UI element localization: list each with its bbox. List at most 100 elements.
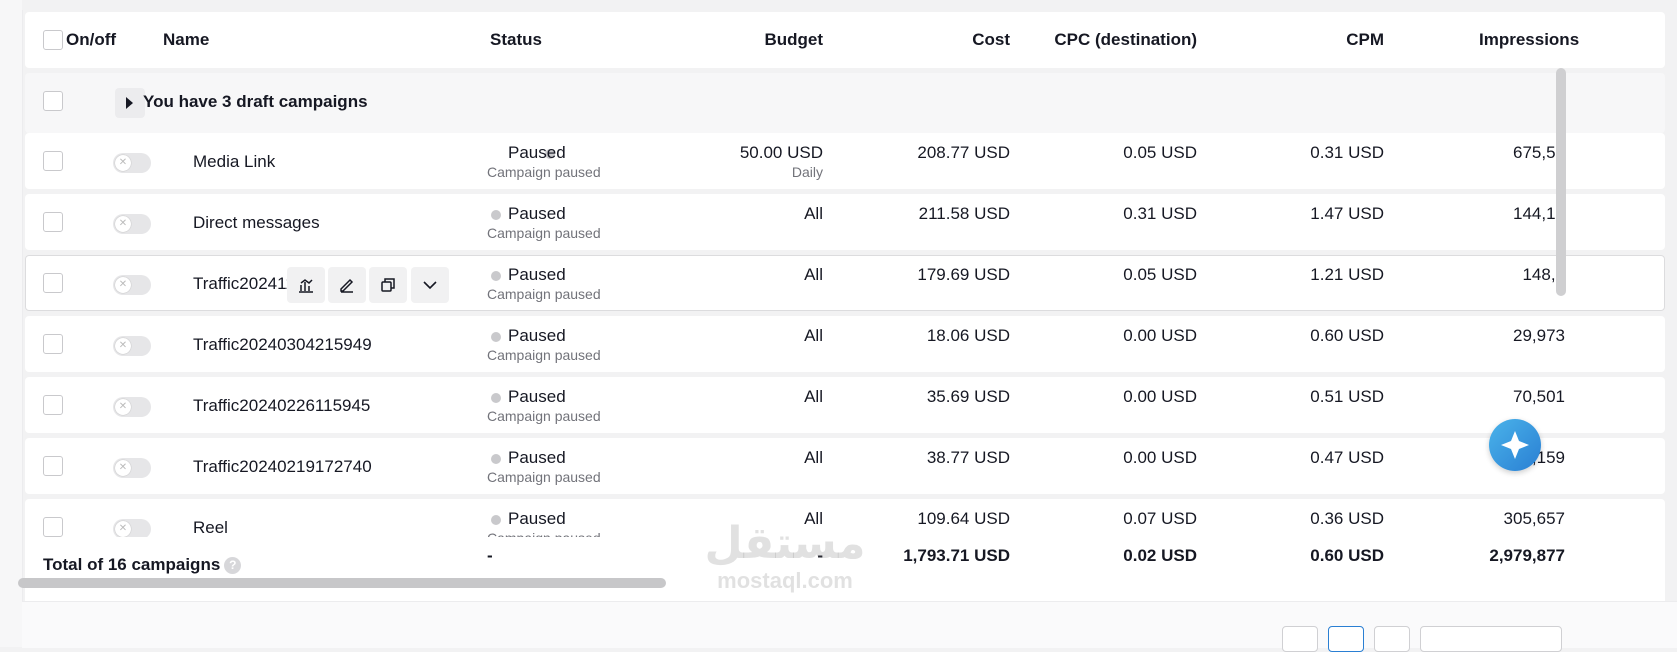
draft-campaigns-row[interactable]: You have 3 draft campaigns <box>25 73 1665 133</box>
watermark-latin: mostaql.com <box>717 568 853 593</box>
cost-value: 179.69 USD <box>917 265 1010 284</box>
table-row[interactable]: ✕ Direct messages Paused Campaign paused… <box>25 194 1665 250</box>
expand-drafts-button[interactable] <box>115 88 145 118</box>
draft-label: You have 3 draft campaigns <box>143 92 368 111</box>
cpc-value: 0.07 USD <box>1123 509 1197 528</box>
x-icon: ✕ <box>115 277 131 293</box>
duplicate-button[interactable] <box>369 267 407 303</box>
row-checkbox[interactable] <box>43 517 63 537</box>
vertical-scrollbar[interactable] <box>1556 68 1566 296</box>
draft-checkbox[interactable] <box>43 91 63 111</box>
assistant-fab-button[interactable] <box>1489 419 1541 471</box>
page-current-button[interactable] <box>1328 626 1364 652</box>
cpm-value: 1.47 USD <box>1310 204 1384 223</box>
page-prev-button[interactable] <box>1282 626 1318 652</box>
sparkle-icon <box>1501 431 1529 459</box>
col-status[interactable]: Status <box>490 30 542 50</box>
col-on-off[interactable]: On/off <box>66 30 116 50</box>
cpm-value: 0.60 USD <box>1310 326 1384 345</box>
campaign-name[interactable]: Reel <box>193 518 228 538</box>
campaign-toggle[interactable]: ✕ <box>113 397 151 417</box>
table-row[interactable]: ✕ Media Link Paused Campaign paused 50.0… <box>25 133 1665 189</box>
total-status: - <box>487 546 493 565</box>
total-cpm: 0.60 USD <box>1310 546 1384 565</box>
status-text: Paused <box>508 265 566 284</box>
top-strip <box>22 0 1677 10</box>
impressions-value: 29,973 <box>1513 326 1565 345</box>
x-icon: ✕ <box>115 521 131 537</box>
campaign-name[interactable]: Media Link <box>193 152 275 172</box>
view-chart-button[interactable] <box>287 267 325 303</box>
table-row[interactable]: ✕ Traffic20240219172740 Paused Campaign … <box>25 438 1665 494</box>
total-impressions: 2,979,877 <box>1489 546 1565 565</box>
horizontal-scrollbar[interactable] <box>18 578 666 588</box>
left-rail <box>0 0 23 647</box>
cpc-value: 0.00 USD <box>1123 326 1197 345</box>
status-subtext: Campaign paused <box>487 286 601 302</box>
status-text: Paused <box>508 143 566 162</box>
status-text: Paused <box>508 448 566 467</box>
x-icon: ✕ <box>115 460 131 476</box>
cost-value: 109.64 USD <box>917 509 1010 528</box>
campaign-name[interactable]: Traffic20240304215949 <box>193 335 372 355</box>
table-row[interactable]: ✕ Traffic20240226115945 Paused Campaign … <box>25 377 1665 433</box>
status-subtext: Campaign paused <box>487 164 601 180</box>
status-text: Paused <box>508 509 566 528</box>
status-dot-icon <box>491 210 501 220</box>
campaign-toggle[interactable]: ✕ <box>113 153 151 173</box>
status-dot-icon <box>491 393 501 403</box>
campaign-name[interactable]: Traffic20240219172740 <box>193 457 372 477</box>
col-budget[interactable]: Budget <box>764 30 823 50</box>
caret-right-icon <box>126 97 133 109</box>
status-subtext: Campaign paused <box>487 408 601 424</box>
row-checkbox[interactable] <box>43 151 63 171</box>
cpc-value: 0.00 USD <box>1123 448 1197 467</box>
cost-value: 211.58 USD <box>918 204 1010 223</box>
campaign-toggle[interactable]: ✕ <box>113 214 151 234</box>
col-cpc[interactable]: CPC (destination) <box>1054 30 1197 50</box>
col-impressions[interactable]: Impressions <box>1479 30 1579 50</box>
status-text: Paused <box>508 204 566 223</box>
impressions-value: 305,657 <box>1503 509 1565 528</box>
help-icon[interactable]: ? <box>224 557 242 575</box>
campaign-toggle[interactable]: ✕ <box>113 336 151 356</box>
cpc-value: 0.31 USD <box>1123 204 1197 223</box>
status-text: Paused <box>508 387 566 406</box>
budget-value: 50.00 USD <box>739 143 823 162</box>
page-next-button[interactable] <box>1374 626 1410 652</box>
table-header: On/off Name Status Budget Cost CPC (dest… <box>25 12 1665 68</box>
budget-value: All <box>804 387 823 406</box>
select-all-checkbox[interactable] <box>43 30 63 50</box>
row-checkbox[interactable] <box>43 395 63 415</box>
col-cpm[interactable]: CPM <box>1346 30 1384 50</box>
cost-value: 35.69 USD <box>926 387 1010 406</box>
budget-value: All <box>804 265 823 284</box>
col-name[interactable]: Name <box>163 30 209 50</box>
budget-value: All <box>804 448 823 467</box>
page-size-select[interactable] <box>1420 626 1562 652</box>
row-checkbox[interactable] <box>43 212 63 232</box>
status-subtext: Campaign paused <box>487 225 601 241</box>
cpc-value: 0.05 USD <box>1123 143 1197 162</box>
campaign-toggle[interactable]: ✕ <box>113 519 151 539</box>
col-cost[interactable]: Cost <box>972 30 1010 50</box>
cpm-value: 0.31 USD <box>1310 143 1384 162</box>
campaign-toggle[interactable]: ✕ <box>113 458 151 478</box>
row-checkbox[interactable] <box>43 273 63 293</box>
cpm-value: 0.51 USD <box>1310 387 1384 406</box>
edit-button[interactable] <box>328 267 366 303</box>
status-dot-icon <box>491 332 501 342</box>
campaign-toggle[interactable]: ✕ <box>113 275 151 295</box>
table-row[interactable]: ✕ Traffic202411... Paused Campaign pause… <box>25 255 1665 311</box>
x-icon: ✕ <box>115 216 131 232</box>
row-checkbox[interactable] <box>43 334 63 354</box>
campaign-name[interactable]: Traffic20240226115945 <box>193 396 370 416</box>
campaign-name[interactable]: Direct messages <box>193 213 320 233</box>
status-subtext: Campaign paused <box>487 469 601 485</box>
row-checkbox[interactable] <box>43 456 63 476</box>
table-row[interactable]: ✕ Traffic20240304215949 Paused Campaign … <box>25 316 1665 372</box>
status-subtext: Campaign paused <box>487 347 601 363</box>
more-options-button[interactable] <box>411 267 449 303</box>
status-dot-icon <box>491 454 501 464</box>
cost-value: 208.77 USD <box>917 143 1010 162</box>
